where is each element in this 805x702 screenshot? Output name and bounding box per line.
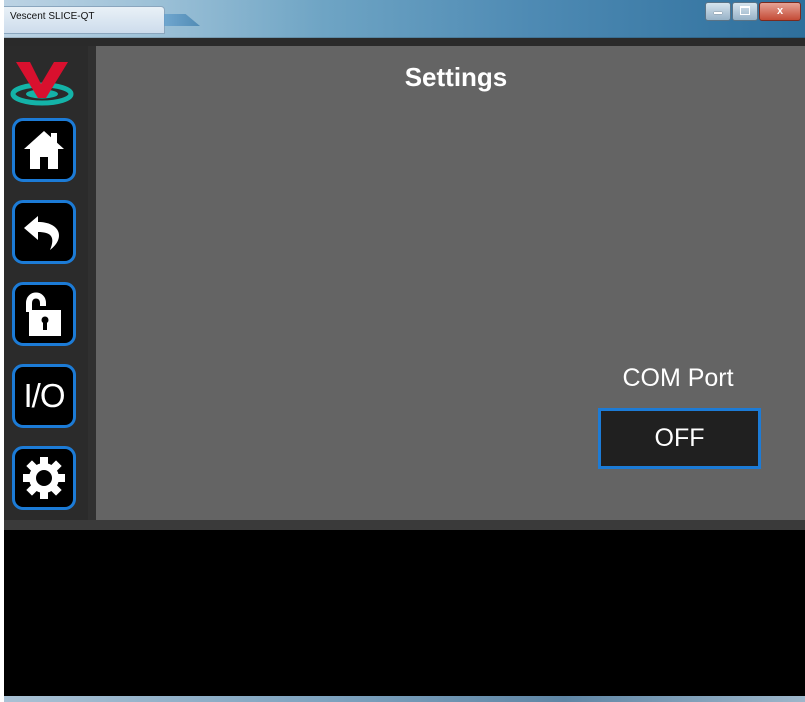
sidebar-item-back[interactable] (12, 200, 76, 264)
title-decoration (164, 14, 200, 26)
minimize-button[interactable] (705, 2, 731, 21)
app-top-strip (4, 38, 805, 46)
sidebar-divider (88, 46, 96, 520)
window-controls: x (704, 2, 801, 22)
title-bar[interactable]: Vescent SLICE-QT x (4, 0, 805, 38)
sidebar-item-settings[interactable] (12, 446, 76, 510)
com-port-toggle-button[interactable]: OFF (598, 408, 761, 469)
sidebar-item-io[interactable]: I/O (12, 364, 76, 428)
unlock-icon (21, 290, 67, 338)
bottom-separator (4, 520, 805, 530)
sidebar-item-home[interactable] (12, 118, 76, 182)
io-label: I/O (23, 377, 65, 414)
home-icon (21, 127, 67, 173)
undo-arrow-icon (20, 208, 68, 256)
settings-panel: Settings COM Port OFF (96, 46, 805, 520)
maximize-button[interactable] (732, 2, 758, 21)
app-window: Vescent SLICE-QT x I/O Settings COM Port… (4, 0, 805, 702)
com-port-label: COM Port (622, 364, 734, 392)
page-title: Settings (404, 62, 508, 92)
sidebar-item-lock[interactable] (12, 282, 76, 346)
close-button[interactable]: x (759, 2, 801, 21)
console-area (4, 530, 805, 696)
window-bottom-edge (4, 696, 805, 702)
gear-icon (21, 455, 67, 501)
vescent-logo (8, 56, 80, 108)
window-title: Vescent SLICE-QT (10, 11, 95, 22)
